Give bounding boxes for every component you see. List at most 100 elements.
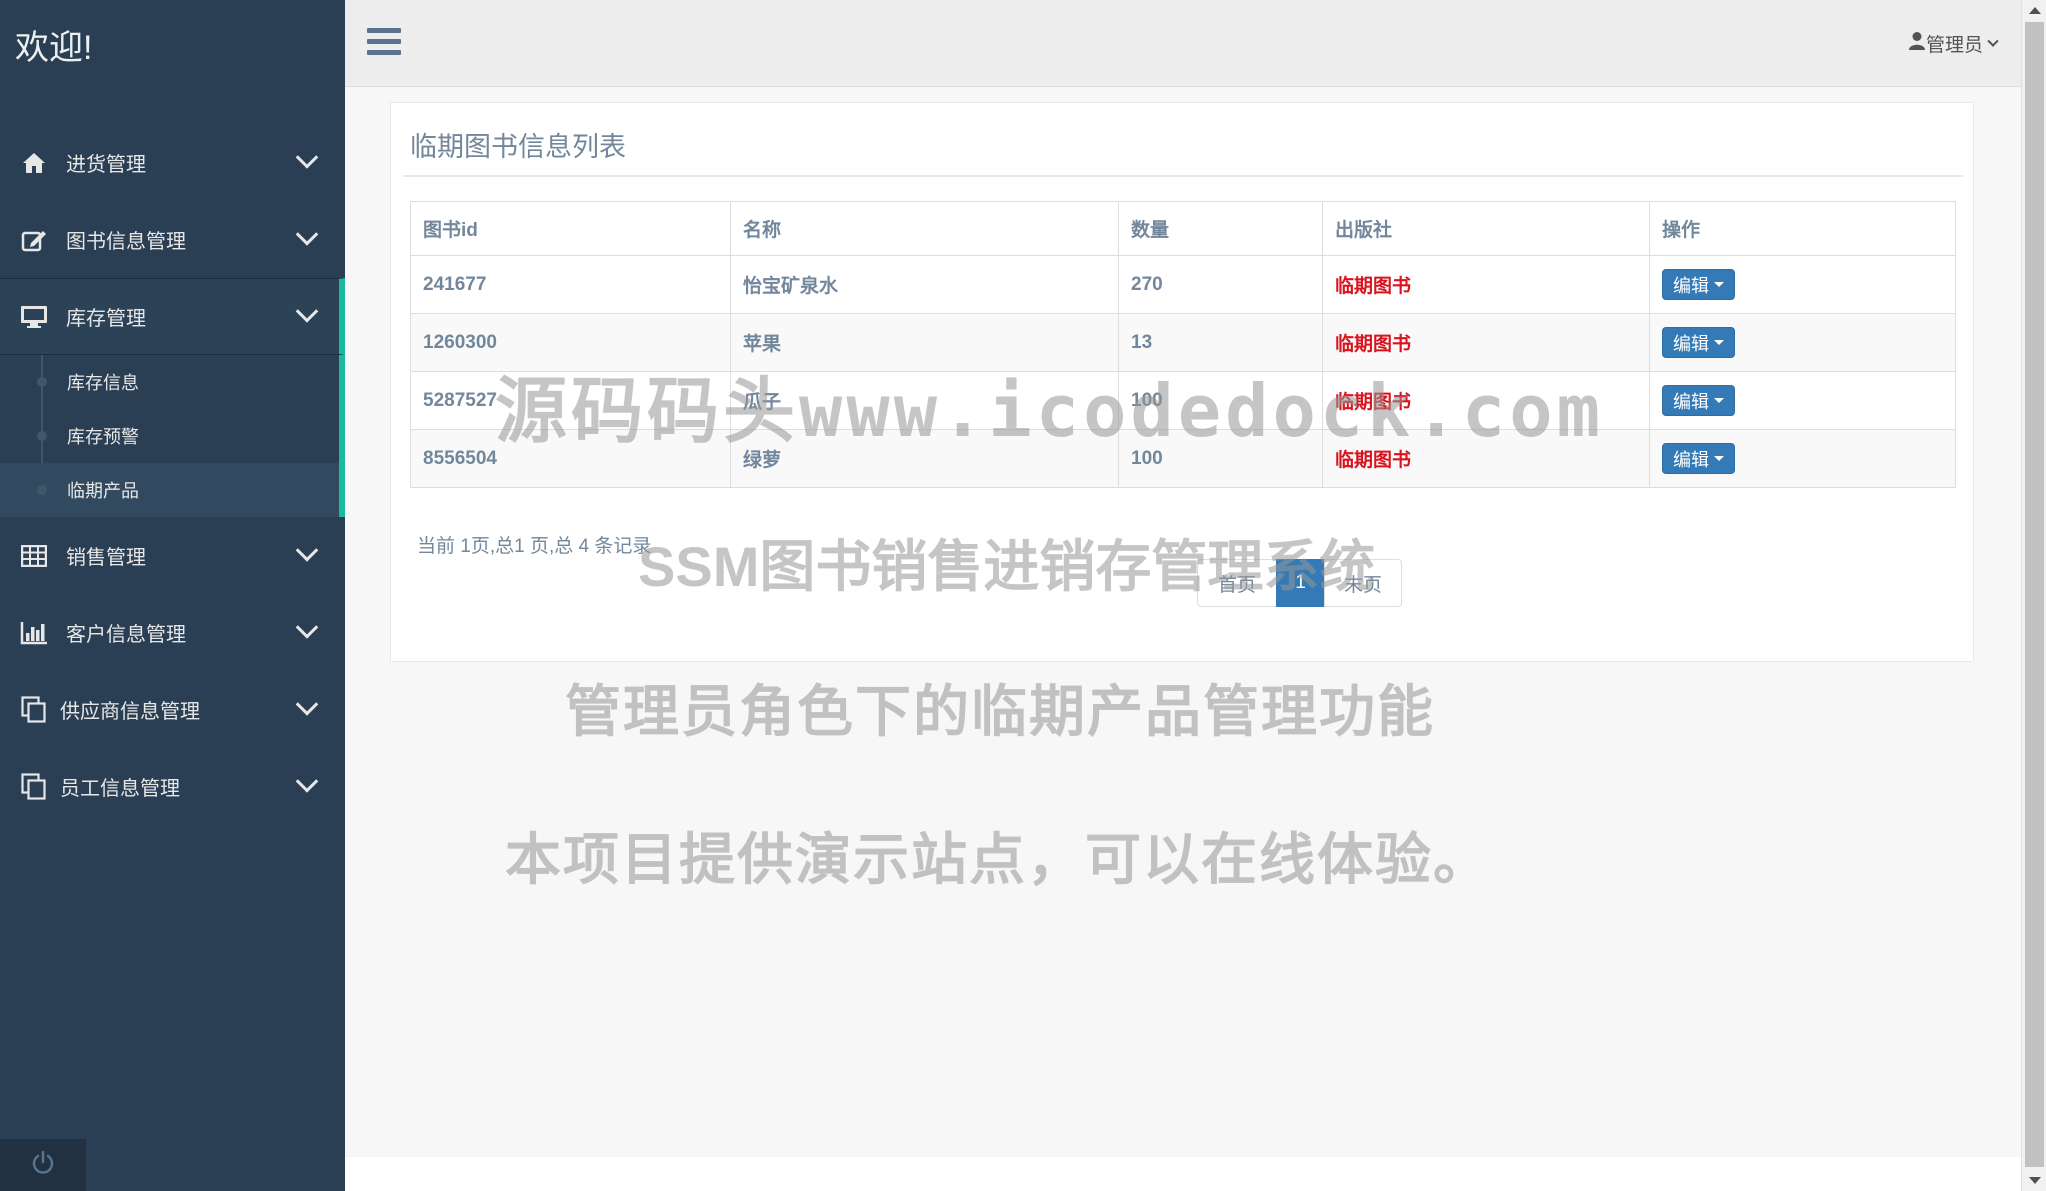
- copy-icon: [20, 695, 48, 724]
- scroll-down-icon[interactable]: [2029, 1177, 2041, 1184]
- edit-icon: [20, 226, 48, 254]
- edit-dropdown-button[interactable]: 编辑: [1662, 269, 1735, 300]
- edit-button-label: 编辑: [1673, 333, 1709, 354]
- chevron-down-icon: [295, 222, 319, 246]
- cell-publisher: 临期图书: [1322, 371, 1650, 430]
- cell-id: 241677: [410, 255, 731, 314]
- edit-dropdown-button[interactable]: 编辑: [1662, 327, 1735, 358]
- chevron-down-icon: [295, 145, 319, 169]
- page-title: 临期图书信息列表: [410, 132, 626, 162]
- inventory-submenu: 库存信息 库存预警 临期产品: [0, 355, 345, 517]
- table-row: 1260300 苹果 13 临期图书 编辑: [410, 313, 1956, 372]
- watermark-text: 本项目提供演示站点，可以在线体验。: [505, 828, 1491, 891]
- cell-publisher: 临期图书: [1322, 429, 1650, 488]
- sidebar: 欢迎! 进货管理 图书信息管理 库存管理 库存信息 库存预警 临期产品 销售管理…: [0, 0, 345, 1191]
- cell-name: 怡宝矿泉水: [730, 255, 1119, 314]
- sidebar-item-books[interactable]: 图书信息管理: [0, 201, 345, 278]
- watermark-text: 管理员角色下的临期产品管理功能: [565, 680, 1435, 743]
- cell-id: 5287527: [410, 371, 731, 430]
- sidebar-item-label: 图书信息管理: [66, 231, 186, 253]
- user-icon: [1908, 31, 1926, 57]
- edit-button-label: 编辑: [1673, 391, 1709, 412]
- chevron-down-icon: [295, 692, 319, 716]
- sidebar-item-customers[interactable]: 客户信息管理: [0, 594, 345, 671]
- pagination-info: 当前 1页,总1 页,总 4 条记录: [417, 536, 652, 557]
- chevron-down-icon: [295, 299, 319, 323]
- top-navbar: 管理员: [345, 0, 2021, 87]
- cell-action: 编辑: [1649, 255, 1956, 314]
- sidebar-item-purchase[interactable]: 进货管理: [0, 124, 345, 201]
- cell-action: 编辑: [1649, 371, 1956, 430]
- divider: [403, 175, 1963, 177]
- submenu-item-label: 库存预警: [67, 427, 139, 447]
- pagination: 首页 1 末页: [1197, 559, 1402, 607]
- submenu-item-stock-alert[interactable]: 库存预警: [0, 409, 339, 463]
- logout-button[interactable]: [0, 1139, 86, 1191]
- caret-down-icon: [1714, 398, 1724, 403]
- table-row: 8556504 绿萝 100 临期图书 编辑: [410, 429, 1956, 488]
- sidebar-item-employees[interactable]: 员工信息管理: [0, 748, 345, 825]
- vertical-scrollbar[interactable]: [2021, 0, 2046, 1191]
- copy-icon: [20, 772, 48, 801]
- chevron-down-icon: [295, 769, 319, 793]
- expiring-books-table: 图书id 名称 数量 出版社 操作 241677 怡宝矿泉水 270 临期图书 …: [410, 201, 1956, 488]
- user-name: 管理员: [1925, 35, 1983, 56]
- column-header-publisher: 出版社: [1322, 201, 1650, 256]
- scrollbar-thumb[interactable]: [2025, 22, 2044, 1167]
- column-header-id: 图书id: [410, 201, 731, 256]
- edit-button-label: 编辑: [1673, 275, 1709, 296]
- scroll-up-icon[interactable]: [2029, 7, 2041, 14]
- footer-strip: [345, 1157, 2021, 1191]
- submenu-item-label: 库存信息: [67, 373, 139, 393]
- current-page-button[interactable]: 1: [1276, 559, 1325, 607]
- sidebar-item-label: 进货管理: [66, 154, 146, 176]
- cell-name: 瓜子: [730, 371, 1119, 430]
- cell-action: 编辑: [1649, 313, 1956, 372]
- cell-qty: 100: [1118, 371, 1323, 430]
- submenu-item-label: 临期产品: [67, 481, 139, 501]
- cell-publisher: 临期图书: [1322, 313, 1650, 372]
- table-header-row: 图书id 名称 数量 出版社 操作: [410, 201, 1956, 256]
- sidebar-item-label: 供应商信息管理: [60, 701, 200, 723]
- edit-button-label: 编辑: [1673, 449, 1709, 470]
- cell-id: 8556504: [410, 429, 731, 488]
- sidebar-item-label: 销售管理: [66, 547, 146, 569]
- first-page-button[interactable]: 首页: [1197, 559, 1277, 607]
- chevron-down-icon: [295, 615, 319, 639]
- cell-publisher: 临期图书: [1322, 255, 1650, 314]
- chevron-down-icon: [295, 538, 319, 562]
- edit-dropdown-button[interactable]: 编辑: [1662, 443, 1735, 474]
- last-page-button[interactable]: 末页: [1324, 559, 1402, 607]
- power-icon: [30, 1150, 56, 1181]
- submenu-item-expiring[interactable]: 临期产品: [0, 463, 339, 517]
- column-header-qty: 数量: [1118, 201, 1323, 256]
- edit-dropdown-button[interactable]: 编辑: [1662, 385, 1735, 416]
- cell-qty: 13: [1118, 313, 1323, 372]
- desktop-icon: [20, 303, 48, 331]
- sidebar-item-label: 库存管理: [66, 308, 146, 330]
- expiring-books-panel: 临期图书信息列表 图书id 名称 数量 出版社 操作 241677 怡宝矿泉水 …: [390, 102, 1974, 662]
- sidebar-item-inventory[interactable]: 库存管理: [0, 278, 345, 355]
- sidebar-item-suppliers[interactable]: 供应商信息管理: [0, 671, 345, 748]
- sidebar-menu: 进货管理 图书信息管理 库存管理 库存信息 库存预警 临期产品 销售管理 客户信…: [0, 124, 345, 825]
- hamburger-icon-bar: [367, 39, 401, 44]
- table-icon: [20, 542, 48, 570]
- column-header-action: 操作: [1649, 201, 1956, 256]
- cell-name: 绿萝: [730, 429, 1119, 488]
- user-menu[interactable]: 管理员: [1908, 30, 1999, 57]
- table-row: 5287527 瓜子 100 临期图书 编辑: [410, 371, 1956, 430]
- column-header-name: 名称: [730, 201, 1119, 256]
- sidebar-item-label: 员工信息管理: [60, 778, 180, 800]
- sidebar-item-sales[interactable]: 销售管理: [0, 517, 345, 594]
- cell-qty: 100: [1118, 429, 1323, 488]
- brand-title: 欢迎!: [15, 29, 93, 67]
- hamburger-icon: [367, 28, 401, 33]
- home-icon: [20, 149, 48, 177]
- bar-chart-icon: [20, 619, 48, 647]
- hamburger-icon-bar: [367, 50, 401, 55]
- menu-toggle-button[interactable]: [367, 28, 401, 58]
- caret-down-icon: [1714, 282, 1724, 287]
- caret-down-icon: [1714, 456, 1724, 461]
- submenu-item-stock-info[interactable]: 库存信息: [0, 355, 339, 409]
- cell-name: 苹果: [730, 313, 1119, 372]
